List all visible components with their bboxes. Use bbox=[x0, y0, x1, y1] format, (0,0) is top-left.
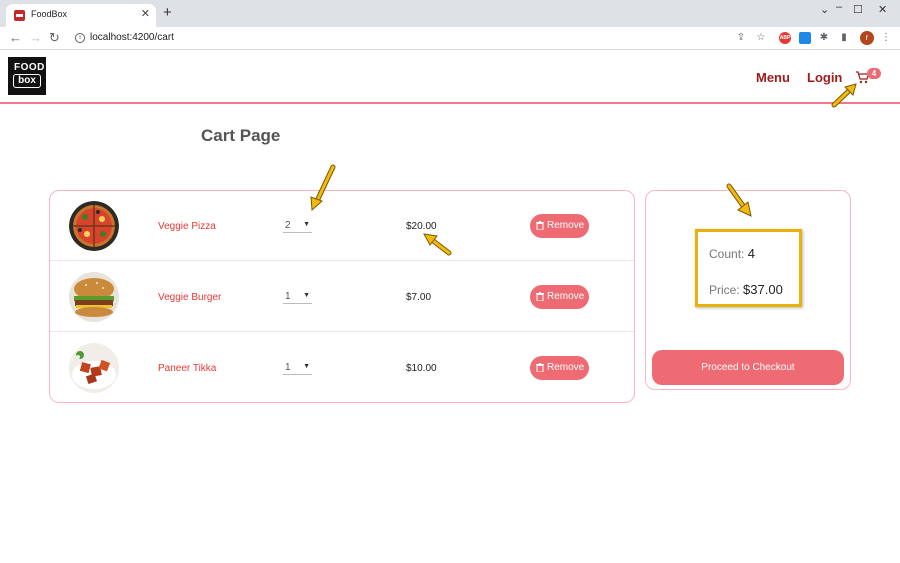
item-price: $10.00 bbox=[406, 363, 437, 374]
url-field[interactable]: localhost:4200/cart bbox=[90, 32, 174, 43]
summary-highlight-box: Count: 4 Price: $37.00 bbox=[695, 229, 802, 307]
remove-label: Remove bbox=[547, 291, 585, 302]
price-value: $37.00 bbox=[743, 282, 783, 297]
minimize-icon[interactable]: – bbox=[836, 1, 842, 13]
tab-title: FoodBox bbox=[31, 9, 68, 19]
trash-icon bbox=[536, 363, 544, 372]
item-name[interactable]: Veggie Burger bbox=[158, 292, 221, 303]
new-tab-button[interactable]: + bbox=[163, 5, 172, 20]
summary-price: Price: $37.00 bbox=[709, 282, 783, 297]
address-bar-row: ← → ↻ i localhost:4200/cart ⇪ ☆ ABP ✱ ▮ … bbox=[0, 27, 900, 50]
remove-label: Remove bbox=[547, 362, 585, 373]
adblock-icon[interactable]: ABP bbox=[779, 32, 791, 44]
trash-icon bbox=[536, 292, 544, 301]
foodbox-logo[interactable]: FOOD box bbox=[8, 57, 46, 95]
logo-text-bottom: box bbox=[13, 74, 41, 88]
cart-count-badge: 4 bbox=[867, 68, 881, 79]
foodbox-favicon-icon bbox=[14, 10, 25, 21]
share-icon[interactable]: ⇪ bbox=[735, 32, 747, 44]
close-tab-icon[interactable]: ✕ bbox=[141, 7, 150, 20]
extension-icon[interactable]: ✱ bbox=[818, 32, 830, 44]
app-header: FOOD box Menu Login 4 bbox=[0, 51, 900, 104]
item-name[interactable]: Veggie Pizza bbox=[158, 221, 216, 232]
reload-icon[interactable]: ↻ bbox=[49, 31, 60, 44]
veggie-burger-image bbox=[69, 272, 119, 322]
quantity-select[interactable]: 2 ▼ bbox=[283, 218, 312, 233]
browser-tab-strip: FoodBox ✕ + ⌄ – ☐ ✕ bbox=[0, 0, 900, 27]
remove-button[interactable]: Remove bbox=[530, 285, 589, 309]
remove-button[interactable]: Remove bbox=[530, 214, 589, 238]
remove-label: Remove bbox=[547, 220, 585, 231]
logo-text-top: FOOD bbox=[14, 62, 45, 73]
info-icon[interactable]: i bbox=[75, 33, 85, 43]
cart-summary-panel: Count: 4 Price: $37.00 Proceed to Checko… bbox=[645, 190, 851, 390]
close-window-icon[interactable]: ✕ bbox=[878, 3, 887, 16]
browser-tab[interactable]: FoodBox ✕ bbox=[6, 4, 156, 27]
page-title: Cart Page bbox=[201, 126, 281, 145]
star-icon[interactable]: ☆ bbox=[755, 32, 767, 44]
remove-button[interactable]: Remove bbox=[530, 356, 589, 380]
price-label: Price: bbox=[709, 283, 740, 297]
quantity-select[interactable]: 1 ▼ bbox=[283, 289, 312, 304]
cart-item-row: Veggie Pizza 2 ▼ $20.00 Remove bbox=[50, 191, 634, 261]
count-label: Count: bbox=[709, 247, 745, 261]
profile-avatar[interactable]: r bbox=[860, 31, 874, 45]
veggie-pizza-image bbox=[69, 201, 119, 251]
paneer-tikka-image bbox=[69, 343, 119, 393]
cart-items-panel: Veggie Pizza 2 ▼ $20.00 Remove Veggie Bu… bbox=[49, 190, 635, 403]
chevron-down-icon: ▼ bbox=[303, 292, 310, 299]
chevron-down-icon: ▼ bbox=[303, 363, 310, 370]
quantity-value: 2 bbox=[285, 220, 291, 231]
count-value: 4 bbox=[747, 246, 755, 261]
cart-item-row: Paneer Tikka 1 ▼ $10.00 Remove bbox=[50, 333, 634, 403]
cart-item-row: Veggie Burger 1 ▼ $7.00 Remove bbox=[50, 262, 634, 332]
back-icon[interactable]: ← bbox=[9, 31, 22, 44]
extension-square-icon[interactable] bbox=[799, 32, 811, 44]
quantity-value: 1 bbox=[285, 362, 291, 373]
item-price: $20.00 bbox=[406, 221, 437, 232]
item-name[interactable]: Paneer Tikka bbox=[158, 363, 216, 374]
chevron-down-icon[interactable]: ⌄ bbox=[820, 3, 829, 16]
sidebar-icon[interactable]: ▮ bbox=[838, 32, 850, 44]
maximize-icon[interactable]: ☐ bbox=[853, 3, 863, 16]
nav-login-link[interactable]: Login bbox=[807, 70, 842, 85]
summary-count: Count: 4 bbox=[709, 246, 755, 261]
chevron-down-icon: ▼ bbox=[303, 221, 310, 228]
proceed-to-checkout-button[interactable]: Proceed to Checkout bbox=[652, 350, 844, 385]
quantity-value: 1 bbox=[285, 291, 291, 302]
kebab-menu-icon[interactable]: ⋮ bbox=[880, 32, 892, 44]
item-price: $7.00 bbox=[406, 292, 432, 303]
quantity-select[interactable]: 1 ▼ bbox=[283, 360, 312, 375]
trash-icon bbox=[536, 221, 544, 230]
forward-icon[interactable]: → bbox=[29, 31, 42, 44]
nav-menu-link[interactable]: Menu bbox=[756, 70, 790, 85]
